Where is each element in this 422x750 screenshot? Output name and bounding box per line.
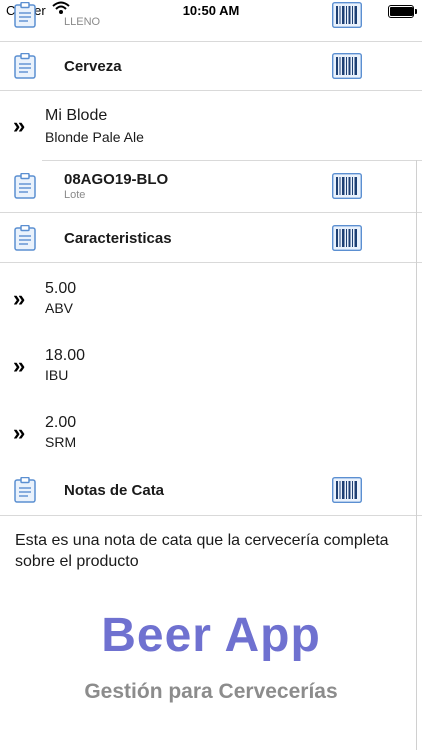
section-title-caracteristicas: Caracteristicas xyxy=(64,230,172,247)
clipboard-icon xyxy=(14,477,36,503)
clipboard-icon xyxy=(14,2,36,28)
characteristic-row-abv[interactable]: » 5.00 ABV xyxy=(0,263,422,330)
beer-row[interactable]: » Mi Blode Blonde Pale Ale xyxy=(0,91,422,161)
lot-label: Lote xyxy=(64,189,86,201)
barcode-icon[interactable] xyxy=(332,477,362,503)
section-title-cerveza: Cerveza xyxy=(64,58,122,75)
characteristic-value: 18.00 xyxy=(45,347,86,364)
clipboard-icon xyxy=(14,225,36,251)
section-header-caracteristicas[interactable]: Caracteristicas xyxy=(0,213,422,262)
characteristic-row-srm[interactable]: » 2.00 SRM xyxy=(0,397,422,465)
tasting-notes-text: Esta es una nota de cata que la cervecer… xyxy=(15,532,389,570)
barcode-icon[interactable] xyxy=(332,173,362,199)
characteristic-label: SRM xyxy=(45,434,77,450)
double-chevron-icon: » xyxy=(13,420,25,445)
barcode-icon[interactable] xyxy=(332,225,362,251)
section-header-notas[interactable]: Notas de Cata xyxy=(0,466,422,515)
section-header-cerveza[interactable]: Cerveza xyxy=(0,42,422,90)
characteristic-row-ibu[interactable]: » 18.00 IBU xyxy=(0,330,422,397)
divider xyxy=(0,515,422,516)
characteristic-value: 5.00 xyxy=(45,280,77,297)
app-logo-subtitle: Gestión para Cervecerías xyxy=(84,680,338,703)
state-label: LLENO xyxy=(64,16,101,28)
clipboard-icon xyxy=(14,53,36,79)
barcode-icon[interactable] xyxy=(332,2,362,28)
section-title-notas: Notas de Cata xyxy=(64,482,165,499)
lot-code: 08AGO19-BLO xyxy=(64,171,169,188)
double-chevron-icon: » xyxy=(13,353,25,378)
beer-style: Blonde Pale Ale xyxy=(45,129,144,145)
double-chevron-icon: » xyxy=(13,113,25,138)
barcode-icon[interactable] xyxy=(332,53,362,79)
clipboard-icon xyxy=(14,173,36,199)
state-row[interactable]: LLENO xyxy=(0,0,422,41)
beer-name: Mi Blode xyxy=(45,107,108,124)
characteristic-label: IBU xyxy=(45,367,69,383)
characteristic-value: 2.00 xyxy=(45,414,77,431)
double-chevron-icon: » xyxy=(13,286,25,311)
app-logo-title: Beer App xyxy=(101,609,321,662)
characteristic-label: ABV xyxy=(45,300,74,316)
lot-row[interactable]: 08AGO19-BLO Lote xyxy=(0,161,422,212)
